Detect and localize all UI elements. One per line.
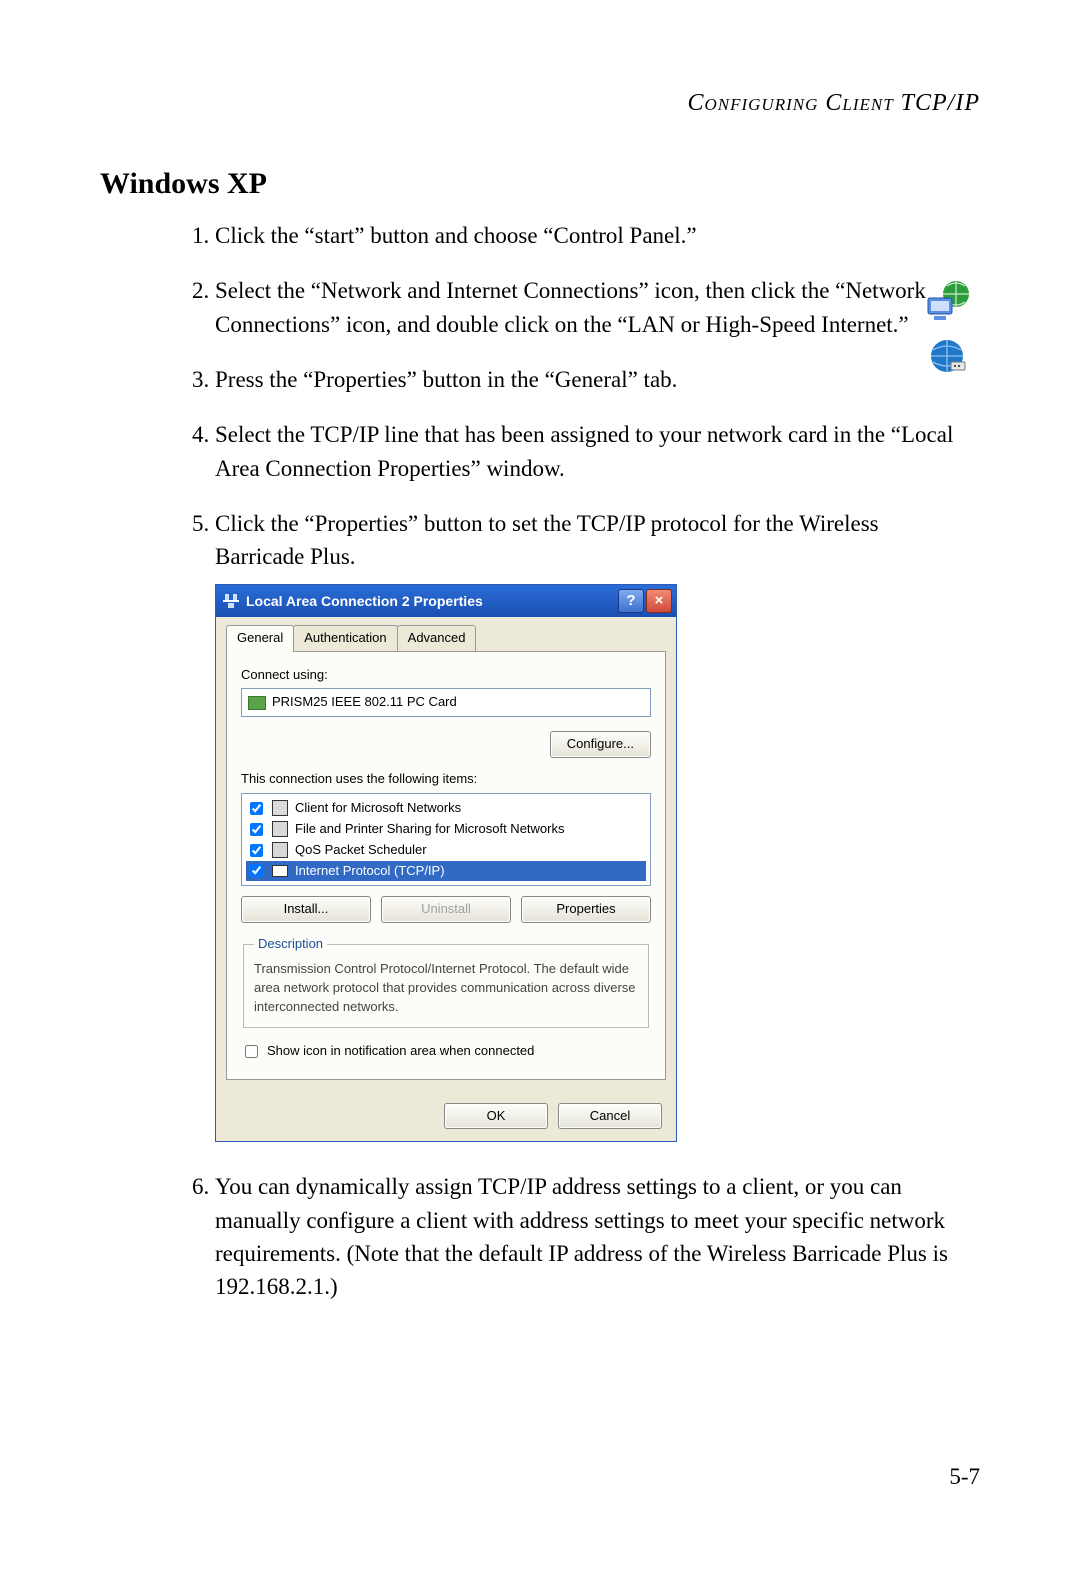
- side-icons: [920, 278, 990, 386]
- tab-general[interactable]: General: [226, 625, 294, 652]
- item-tcpip[interactable]: Internet Protocol (TCP/IP): [246, 861, 646, 882]
- help-button[interactable]: ?: [618, 589, 644, 613]
- client-icon: [271, 800, 289, 816]
- item-file-print-share[interactable]: File and Printer Sharing for Microsoft N…: [246, 819, 646, 840]
- item-qos[interactable]: QoS Packet Scheduler: [246, 840, 646, 861]
- properties-dialog: Local Area Connection 2 Properties ? × G…: [215, 584, 677, 1143]
- section-title: Windows XP: [100, 167, 980, 201]
- protocol-icon: [271, 863, 289, 879]
- network-and-internet-icon: [920, 278, 974, 326]
- item-label: Internet Protocol (TCP/IP): [295, 862, 445, 881]
- dialog-titlebar: Local Area Connection 2 Properties ? ×: [216, 585, 676, 617]
- item-checkbox[interactable]: [250, 823, 263, 836]
- show-icon-label: Show icon in notification area when conn…: [267, 1042, 534, 1061]
- steps-list: Click the “start” button and choose “Con…: [100, 219, 980, 1304]
- dialog-icon: [222, 593, 240, 609]
- service-icon: [271, 842, 289, 858]
- properties-button[interactable]: Properties: [521, 896, 651, 923]
- page-header: Configuring Client TCP/IP: [100, 90, 980, 117]
- item-label: File and Printer Sharing for Microsoft N…: [295, 820, 564, 839]
- page-number: 5-7: [949, 1464, 980, 1490]
- step-6: You can dynamically assign TCP/IP addres…: [215, 1170, 980, 1303]
- adapter-name: PRISM25 IEEE 802.11 PC Card: [272, 693, 457, 712]
- item-client-msnet[interactable]: Client for Microsoft Networks: [246, 798, 646, 819]
- step-4: Select the TCP/IP line that has been ass…: [215, 418, 980, 485]
- cancel-button[interactable]: Cancel: [558, 1103, 662, 1130]
- install-button[interactable]: Install...: [241, 896, 371, 923]
- tab-strip: General Authentication Advanced: [216, 617, 676, 652]
- tab-body: Connect using: PRISM25 IEEE 802.11 PC Ca…: [226, 651, 666, 1080]
- items-listbox[interactable]: Client for Microsoft Networks File and P…: [241, 793, 651, 886]
- item-checkbox[interactable]: [250, 802, 263, 815]
- step-2: Select the “Network and Internet Connect…: [215, 274, 980, 341]
- tab-advanced[interactable]: Advanced: [397, 625, 477, 652]
- show-icon-checkbox[interactable]: [245, 1045, 258, 1058]
- description-text: Transmission Control Protocol/Internet P…: [254, 961, 636, 1014]
- step-5: Click the “Properties” button to set the…: [215, 507, 980, 1142]
- step-3: Press the “Properties” button in the “Ge…: [215, 363, 980, 396]
- close-button[interactable]: ×: [646, 589, 672, 613]
- nic-icon: [248, 696, 266, 710]
- connect-using-label: Connect using:: [241, 666, 651, 685]
- items-label: This connection uses the following items…: [241, 770, 651, 789]
- description-group: Description Transmission Control Protoco…: [243, 935, 649, 1027]
- item-label: QoS Packet Scheduler: [295, 841, 427, 860]
- step-5-text: Click the “Properties” button to set the…: [215, 511, 879, 569]
- step-2-text: Select the “Network and Internet Connect…: [215, 278, 926, 336]
- description-legend: Description: [254, 935, 327, 954]
- item-label: Client for Microsoft Networks: [295, 799, 461, 818]
- tab-authentication[interactable]: Authentication: [293, 625, 397, 652]
- item-checkbox[interactable]: [250, 844, 263, 857]
- ok-button[interactable]: OK: [444, 1103, 548, 1130]
- configure-button[interactable]: Configure...: [550, 731, 651, 758]
- dialog-footer: OK Cancel: [216, 1091, 676, 1142]
- service-icon: [271, 821, 289, 837]
- item-checkbox[interactable]: [250, 864, 263, 877]
- dialog-title: Local Area Connection 2 Properties: [246, 591, 483, 611]
- step-1: Click the “start” button and choose “Con…: [215, 219, 980, 252]
- adapter-field: PRISM25 IEEE 802.11 PC Card: [241, 688, 651, 717]
- network-connections-icon: [920, 332, 974, 380]
- uninstall-button: Uninstall: [381, 896, 511, 923]
